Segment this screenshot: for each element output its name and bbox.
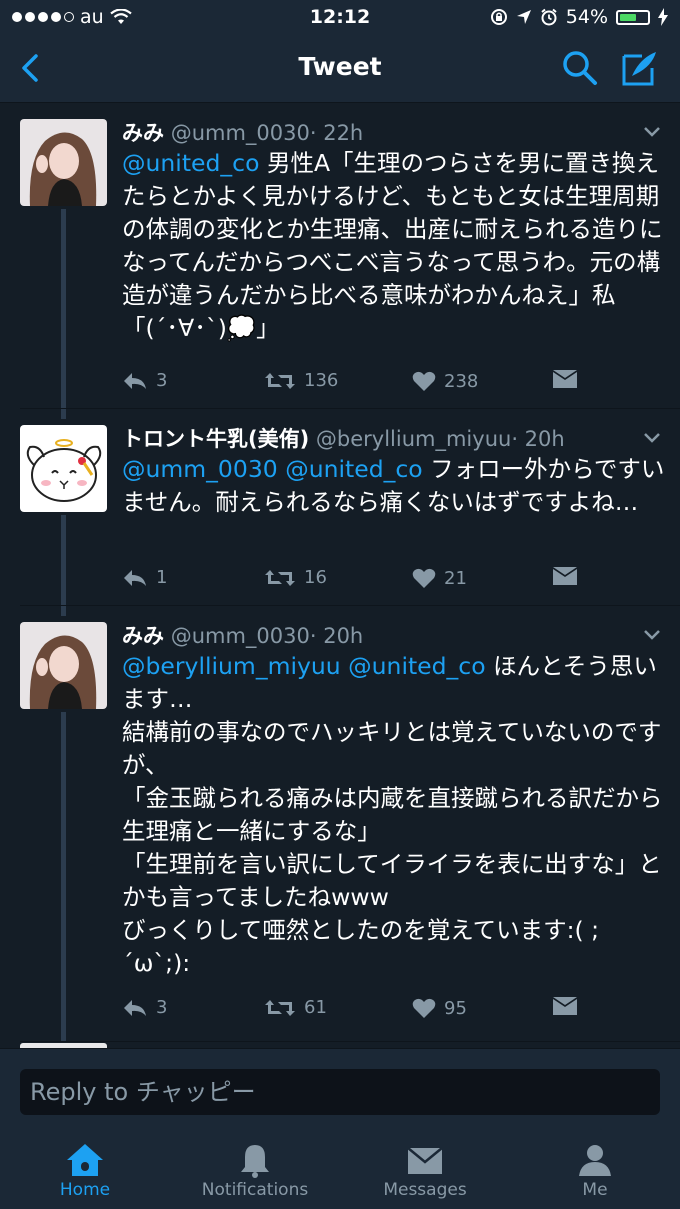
retweet-icon — [265, 372, 295, 389]
reply-count: 3 — [156, 997, 168, 1018]
divider — [20, 1041, 680, 1042]
tweet[interactable]: みみ @umm_0030· 20h @beryllium_miyuu @unit… — [0, 606, 680, 1042]
home-icon — [67, 1144, 103, 1176]
direct-message-button[interactable] — [552, 370, 578, 390]
display-name[interactable]: トロント牛乳(美侑) — [122, 427, 309, 451]
status-indicators: 54% — [490, 6, 668, 28]
navigation-bar: Tweet — [0, 34, 680, 103]
envelope-icon — [553, 370, 577, 388]
retweet-count: 61 — [304, 997, 327, 1018]
avatar[interactable] — [20, 425, 107, 512]
envelope-icon — [553, 997, 577, 1015]
bell-icon — [241, 1145, 269, 1178]
tab-label: Home — [59, 1180, 111, 1200]
username[interactable]: @umm_0030 — [171, 624, 310, 648]
tweet[interactable]: トロント牛乳(美侑) @beryllium_miyuu· 20h @umm_00… — [0, 409, 680, 616]
retweet-count: 16 — [304, 567, 327, 588]
heart-icon — [412, 998, 436, 1018]
reply-button[interactable]: 3 — [122, 997, 167, 1018]
reply-icon — [124, 569, 146, 586]
reply-icon — [124, 999, 146, 1016]
retweet-icon — [265, 999, 295, 1016]
thread-connector — [61, 209, 66, 419]
charging-bolt-icon — [658, 8, 668, 26]
reply-count: 1 — [156, 567, 168, 588]
reply-composer: Reply to チャッピー — [0, 1048, 680, 1135]
reply-icon — [124, 372, 146, 389]
like-count: 238 — [444, 370, 479, 392]
status-bar: au 12:12 54% — [0, 0, 680, 34]
tweet-actions: 1 16 21 — [122, 567, 662, 597]
username[interactable]: @umm_0030 — [171, 121, 310, 145]
rotation-lock-icon — [490, 9, 507, 25]
chevron-down-icon[interactable] — [642, 628, 662, 642]
mention-link[interactable]: @umm_0030 @united_co — [122, 455, 423, 483]
username[interactable]: @beryllium_miyuu — [316, 427, 511, 451]
tweet-header: トロント牛乳(美侑) @beryllium_miyuu· 20h — [122, 423, 565, 453]
retweet-button[interactable]: 61 — [264, 997, 327, 1018]
avatar[interactable] — [20, 119, 107, 206]
display-name[interactable]: みみ — [122, 624, 164, 648]
retweet-icon — [265, 569, 295, 586]
tweet-header: みみ @umm_0030· 20h — [122, 620, 363, 650]
retweet-button[interactable]: 16 — [264, 567, 327, 588]
envelope-icon — [553, 567, 577, 585]
like-count: 95 — [444, 997, 467, 1019]
battery-percent: 54% — [565, 6, 608, 28]
avatar[interactable] — [20, 622, 107, 709]
reply-count: 3 — [156, 370, 168, 391]
tab-me[interactable]: Me — [510, 1134, 680, 1209]
thread-connector — [61, 712, 66, 1042]
tab-label: Messages — [383, 1180, 467, 1200]
tweet[interactable]: みみ @umm_0030· 22h @united_co 男性A「生理のつらさを… — [0, 103, 680, 419]
chevron-down-icon[interactable] — [642, 125, 662, 139]
tweet-body: 男性A「生理のつらさを男に置き換えたらとかよく見かけるけど、もともと女は生理周期… — [122, 149, 663, 342]
reply-input[interactable]: Reply to チャッピー — [20, 1069, 660, 1115]
thread-connector — [61, 515, 66, 616]
location-arrow-icon — [516, 10, 531, 24]
like-button[interactable]: 95 — [412, 997, 467, 1019]
tweet-actions: 3 136 238 — [122, 370, 662, 400]
tab-messages[interactable]: Messages — [340, 1134, 510, 1209]
timestamp: · 20h — [511, 427, 565, 451]
person-icon — [579, 1145, 611, 1176]
tweet-actions: 3 61 95 — [122, 997, 662, 1027]
reply-button[interactable]: 3 — [122, 370, 167, 391]
heart-icon — [412, 371, 436, 391]
tab-label: Notifications — [201, 1180, 309, 1200]
tweet-text: @umm_0030 @united_co フォロー外からですいません。耐えられる… — [122, 453, 667, 519]
envelope-icon — [407, 1147, 443, 1174]
timestamp: · 22h — [309, 121, 364, 145]
battery-icon — [616, 9, 650, 25]
alarm-icon — [541, 8, 557, 26]
display-name[interactable]: みみ — [122, 121, 164, 145]
tab-notifications[interactable]: Notifications — [170, 1134, 340, 1209]
tweet-text: @united_co 男性A「生理のつらさを男に置き換えたらとかよく見かけるけど… — [122, 147, 667, 345]
mention-link[interactable]: @united_co — [122, 149, 259, 177]
tweet-header: みみ @umm_0030· 22h — [122, 117, 363, 147]
like-button[interactable]: 238 — [412, 370, 478, 392]
tab-bar: Home Notifications Messages Me — [0, 1134, 680, 1209]
direct-message-button[interactable] — [552, 567, 578, 587]
tab-home[interactable]: Home — [0, 1134, 170, 1209]
direct-message-button[interactable] — [552, 997, 578, 1017]
retweet-count: 136 — [304, 370, 339, 391]
tab-label: Me — [582, 1180, 608, 1200]
retweet-button[interactable]: 136 — [264, 370, 338, 391]
heart-icon — [412, 568, 436, 588]
timestamp: · 20h — [309, 624, 364, 648]
tweet-text: @beryllium_miyuu @united_co ほんとそう思います… 結… — [122, 650, 667, 980]
like-count: 21 — [444, 567, 467, 589]
tweet-body: ほんとそう思います… 結構前の事なのでハッキリとは覚えていないのですが、 「金玉… — [122, 652, 663, 977]
compose-icon[interactable] — [620, 48, 660, 88]
conversation-thread: みみ @umm_0030· 22h @united_co 男性A「生理のつらさを… — [0, 103, 680, 1048]
chevron-down-icon[interactable] — [642, 431, 662, 445]
mention-link[interactable]: @beryllium_miyuu @united_co — [122, 652, 486, 680]
like-button[interactable]: 21 — [412, 567, 467, 589]
search-icon[interactable] — [560, 48, 600, 88]
reply-button[interactable]: 1 — [122, 567, 167, 588]
